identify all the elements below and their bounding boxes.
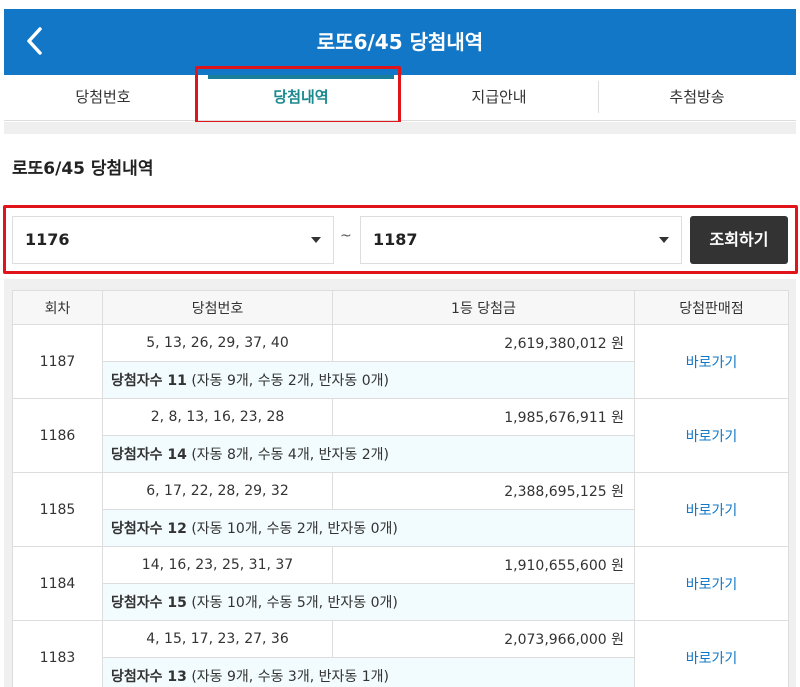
round-cell: 1184 xyxy=(12,546,103,621)
winners-count: 당첨자수 12 xyxy=(111,521,187,537)
winners-detail: (자동 9개, 수동 2개, 반자동 0개) xyxy=(186,373,389,389)
prize-amount-cell: 2,619,380,012 원 xyxy=(332,324,635,362)
winning-numbers-cell: 5, 13, 26, 29, 37, 40 xyxy=(102,324,333,362)
divider xyxy=(4,122,796,134)
table-row: 1186 2, 8, 13, 16, 23, 28 1,985,676,911 … xyxy=(12,398,789,473)
table-row: 1184 14, 16, 23, 25, 31, 37 1,910,655,60… xyxy=(12,546,789,621)
winning-numbers-cell: 4, 15, 17, 23, 27, 36 xyxy=(102,620,333,658)
header-title: 로또6/45 당첨내역 xyxy=(316,30,484,54)
tab-draw-broadcast[interactable]: 추첨방송 xyxy=(598,75,796,120)
results-table: 회차 당첨번호 1등 당첨금 당첨판매점 1187 5, 13, 26, 29,… xyxy=(12,290,789,687)
round-cell: 1187 xyxy=(12,324,103,399)
winners-count: 당첨자수 15 xyxy=(111,595,187,611)
table-row: 1187 5, 13, 26, 29, 37, 40 2,619,380,012… xyxy=(12,324,789,399)
search-button[interactable]: 조회하기 xyxy=(690,216,788,264)
table-row: 1185 6, 17, 22, 28, 29, 32 2,388,695,125… xyxy=(12,472,789,547)
round-cell: 1186 xyxy=(12,398,103,473)
winners-count: 당첨자수 14 xyxy=(111,447,187,463)
winners-detail: (자동 8개, 수동 4개, 반자동 2개) xyxy=(186,447,389,463)
winning-numbers-cell: 2, 8, 13, 16, 23, 28 xyxy=(102,398,333,436)
round-cell: 1183 xyxy=(12,620,103,687)
store-cell: 바로가기 xyxy=(634,620,789,687)
round-cell: 1185 xyxy=(12,472,103,547)
winners-count: 당첨자수 11 xyxy=(111,373,187,389)
prize-amount-cell: 1,985,676,911 원 xyxy=(332,398,635,436)
store-cell: 바로가기 xyxy=(634,398,789,473)
header-round: 회차 xyxy=(12,290,103,325)
winners-cell: 당첨자수 15 (자동 10개, 수동 5개, 반자동 0개) xyxy=(102,583,635,621)
store-cell: 바로가기 xyxy=(634,324,789,399)
winning-numbers-cell: 6, 17, 22, 28, 29, 32 xyxy=(102,472,333,510)
store-cell: 바로가기 xyxy=(634,546,789,621)
header-store: 당첨판매점 xyxy=(634,290,789,325)
tab-bar: 당첨번호 당첨내역 지급안내 추첨방송 xyxy=(4,75,796,121)
store-link[interactable]: 바로가기 xyxy=(686,429,738,445)
winners-cell: 당첨자수 12 (자동 10개, 수동 2개, 반자동 0개) xyxy=(102,509,635,547)
page-title: 로또6/45 당첨내역 xyxy=(12,159,154,179)
tab-payment-guide[interactable]: 지급안내 xyxy=(400,75,598,120)
round-from-select[interactable]: 1176 xyxy=(12,216,334,264)
app-header: 로또6/45 당첨내역 xyxy=(4,9,796,75)
round-to-select[interactable]: 1187 xyxy=(360,216,682,264)
store-link[interactable]: 바로가기 xyxy=(686,503,738,519)
chevron-down-icon xyxy=(659,237,669,243)
prize-amount-cell: 2,388,695,125 원 xyxy=(332,472,635,510)
store-link[interactable]: 바로가기 xyxy=(686,577,738,593)
prize-amount-cell: 2,073,966,000 원 xyxy=(332,620,635,658)
tab-winning-history[interactable]: 당첨내역 xyxy=(202,75,400,120)
winners-detail: (자동 10개, 수동 2개, 반자동 0개) xyxy=(186,521,398,537)
store-link[interactable]: 바로가기 xyxy=(686,651,738,667)
winners-count: 당첨자수 13 xyxy=(111,669,187,685)
table-header-row: 회차 당첨번호 1등 당첨금 당첨판매점 xyxy=(12,290,789,325)
tab-winning-numbers[interactable]: 당첨번호 xyxy=(4,75,202,120)
winners-detail: (자동 10개, 수동 5개, 반자동 0개) xyxy=(186,595,398,611)
prize-amount-cell: 1,910,655,600 원 xyxy=(332,546,635,584)
range-separator: ~ xyxy=(340,228,352,244)
winners-cell: 당첨자수 14 (자동 8개, 수동 4개, 반자동 2개) xyxy=(102,435,635,473)
header-numbers: 당첨번호 xyxy=(102,290,333,325)
winning-numbers-cell: 14, 16, 23, 25, 31, 37 xyxy=(102,546,333,584)
table-row: 1183 4, 15, 17, 23, 27, 36 2,073,966,000… xyxy=(12,620,789,687)
store-cell: 바로가기 xyxy=(634,472,789,547)
winners-cell: 당첨자수 11 (자동 9개, 수동 2개, 반자동 0개) xyxy=(102,361,635,399)
round-from-value: 1176 xyxy=(25,230,70,249)
winners-detail: (자동 9개, 수동 3개, 반자동 1개) xyxy=(186,669,389,685)
chevron-down-icon xyxy=(311,237,321,243)
winners-cell: 당첨자수 13 (자동 9개, 수동 3개, 반자동 1개) xyxy=(102,657,635,687)
header-first-prize: 1등 당첨금 xyxy=(332,290,635,325)
round-to-value: 1187 xyxy=(373,230,418,249)
store-link[interactable]: 바로가기 xyxy=(686,355,738,371)
